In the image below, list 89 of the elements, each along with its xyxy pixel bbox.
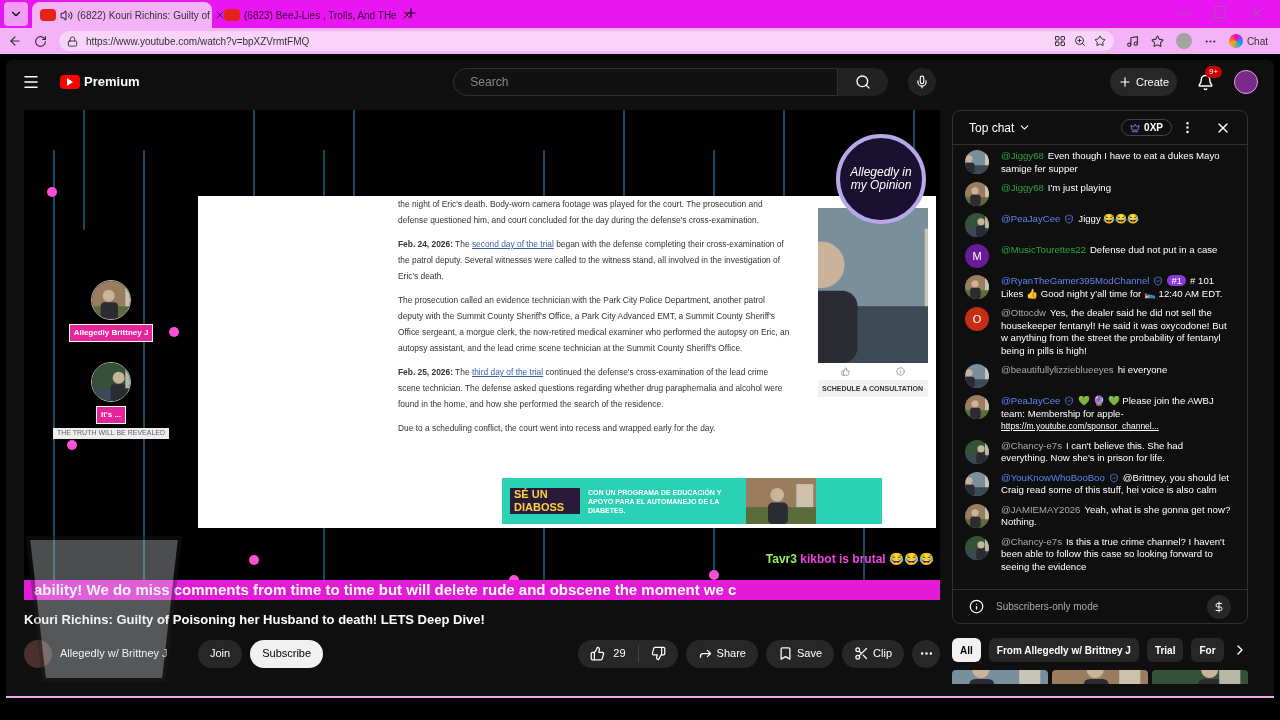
search-icon — [855, 74, 872, 90]
rank-badge: #1 — [1167, 275, 1187, 286]
thumbs-up-icon — [590, 646, 606, 661]
chat-message: @YouKnowWhoBooBoo @Brittney, you should let Craig read some of this stuff, hei voice is also calm — [1001, 471, 1230, 497]
search-field[interactable]: Search — [453, 68, 839, 96]
info-icon[interactable] — [969, 599, 984, 614]
chat-mode-dropdown[interactable]: Top chat — [969, 118, 1032, 137]
thumbs-down-icon — [650, 646, 666, 661]
tab-list-button[interactable] — [4, 2, 28, 26]
avatar: M — [965, 244, 989, 268]
back-icon[interactable] — [8, 34, 22, 48]
voice-search-button[interactable] — [908, 68, 937, 96]
channel-avatar[interactable] — [24, 639, 52, 668]
favorite-icon[interactable] — [1093, 35, 1106, 47]
youtube-icon — [224, 9, 240, 21]
chat-message: @Jiggy68 I'm just playing — [1001, 182, 1112, 195]
chat-message: @Ottocdw Yes, the dealer said he did not sell the housekeeper fentanyl! He said it was oxycodone! But w anything from the street the probability of fentanyl being in pills is high! — [1001, 307, 1228, 357]
tab-title: (6823) BeeJ-Lies , Trolls, And THe — [244, 8, 397, 23]
article-paragraph: Feb. 25, 2026: The third day of the trial continued the defense's cross-examination of the lead crime scene technician. The defense asked questions regarding whether drug paraphernalia and alcohol were found in the home, and how she performed the search of the residence. — [398, 366, 784, 411]
notification-count: 9+ — [1205, 65, 1223, 78]
tab-title: (6822) Kouri Richins: Guilty of — [77, 8, 210, 23]
article-paragraph: the night of Eric's death. Body-worn camera footage was played for the court. The prosecution and defense questioned him, and court concluded for the day during the defense's cross-examination. — [398, 198, 764, 227]
dollar-icon — [1213, 600, 1225, 613]
super-chat-button[interactable] — [1207, 594, 1231, 619]
speaker-icon[interactable] — [60, 8, 73, 22]
url-text: https://www.youtube.com/watch?v=bpXZVrmtFMQ — [86, 34, 310, 49]
join-button[interactable]: Join — [198, 639, 243, 668]
more-actions-button[interactable] — [912, 639, 940, 668]
overlay-chat-message: Tavr3 kikbot is brutal 😂😂😂 — [765, 551, 934, 568]
subscribe-button[interactable]: Subscribe — [250, 639, 324, 668]
filter-chip[interactable]: For — [1191, 638, 1224, 662]
apps-icon[interactable] — [1053, 35, 1066, 47]
ad-title: SÉ UN DIABOSS — [510, 488, 580, 514]
plus-icon — [1118, 75, 1132, 89]
filter-chip[interactable]: Trial — [1146, 638, 1184, 662]
create-button[interactable]: Create — [1110, 68, 1177, 96]
browser-tab[interactable]: (6823) BeeJ-Lies , Trolls, And THe — [216, 2, 396, 28]
stream-logo: Allegedly in my Opinion — [836, 134, 926, 224]
chat-message: @beautifullylizzieblueeyes hi everyone — [1001, 364, 1169, 377]
chat-mode-notice: Subscribers-only mode — [996, 600, 1099, 614]
chat-message: @PeaJayCee Jiggy 😂😂😂 — [1001, 213, 1141, 227]
article-link[interactable]: third day of the trial — [471, 367, 544, 377]
new-tab-icon[interactable] — [404, 6, 418, 20]
address-bar[interactable]: https://www.youtube.com/watch?v=bpXZVrmtFMQ — [59, 31, 1114, 51]
chat-message: @Chancy-e7s Is this a true crime channel? I haven't been able to follow this case so looking forward to seeing the evidence — [1001, 535, 1226, 573]
chat-button[interactable]: Chat — [1228, 33, 1272, 49]
filter-chip[interactable]: All — [952, 638, 981, 662]
article-link[interactable]: second day of the trial — [471, 239, 554, 249]
verified-icon — [1108, 472, 1119, 483]
chat-message: @RyanTheGamer395ModChannel #1 # 101 Likes 👍 Good night y'all time for 🛌 12:40 AM EDT. — [1001, 275, 1224, 300]
chat-link[interactable]: https://m.youtube.com/sponsor_channel... — [1001, 421, 1159, 431]
favorites-icon[interactable] — [1150, 34, 1164, 48]
chat-message: @MusicTourettes22 Defense dud not put in a case — [1001, 244, 1219, 257]
bookmark-icon — [777, 646, 793, 661]
crown-icon — [1130, 122, 1141, 133]
article-paragraph: The prosecution called an evidence technician with the Park City Police Department, another patrol deputy with the Summit County Sheriff's Office, a Park City Advanced EMT, a Summit County Sheriff's Office sergeant, a morgue clerk, the now-retired medical examiner who performed the autopsy on Eric, an autopsy assistant, and the lead crime scene technician at the Summit County Sheriff's Office. — [398, 294, 790, 355]
article-paragraph: Feb. 24, 2026: The second day of the trial began with the defense completing their cross-examination of the patrol deputy. Several witnesses were called to the witness stand, all involved in the investigation of Eric's death. — [398, 238, 785, 283]
video-title: Kouri Richins: Guilty of Poisoning her Husband to death! LETS Deep Dive! — [24, 611, 486, 629]
verified-icon — [1064, 396, 1075, 407]
lock-icon — [67, 35, 78, 47]
chat-message: @Chancy-e7s I can't believe this. She had everything. Now she's in prison for life. — [1001, 439, 1184, 465]
chat-message: @PeaJayCee 💚 🔮 💚 Please join the AWBJ team: Membership for apple- https://m.youtube.com/sponsor_channel... — [1001, 395, 1215, 433]
search-button[interactable] — [838, 68, 889, 96]
filter-chip[interactable]: From Allegedly w/ Brittney J — [988, 638, 1139, 662]
music-icon[interactable] — [1125, 34, 1139, 48]
chat-message: @JAMIEMAY2026 Yeah, what is she gonna get now? Nothing. — [1001, 503, 1231, 529]
play-logo-icon — [60, 75, 80, 89]
account-avatar[interactable] — [1234, 70, 1258, 94]
ticker-text: ability! We do miss comments from time to time but will delete rude and obscene the moment we c — [33, 580, 737, 600]
copilot-icon — [1228, 34, 1243, 48]
reload-icon[interactable] — [34, 34, 47, 48]
save-button[interactable]: Save — [765, 639, 835, 668]
clip-button[interactable]: Clip — [842, 639, 904, 668]
avatar: O — [965, 307, 989, 331]
notifications-icon[interactable] — [1197, 73, 1214, 91]
article-paragraph: Due to a scheduling conflict, the court went into recess and wrapped early for the day. — [398, 422, 717, 435]
verified-icon — [1153, 276, 1164, 287]
scissors-icon — [854, 646, 870, 661]
microphone-icon — [915, 75, 930, 89]
share-button[interactable]: Share — [685, 639, 758, 668]
host-label: Allegedly Brittney J — [68, 324, 154, 342]
channel-name[interactable]: Allegedly w/ Brittney J — [60, 645, 190, 662]
menu-icon[interactable] — [22, 73, 40, 91]
youtube-icon — [40, 9, 56, 21]
host-label: It's ... — [95, 406, 127, 424]
chat-message: @Jiggy68 Even though I have to eat a dukes Mayo samige fer supper — [1001, 150, 1221, 175]
verified-icon — [1064, 214, 1075, 225]
youtube-logo[interactable]: Premium — [60, 72, 140, 92]
zoom-icon[interactable] — [1073, 35, 1086, 47]
